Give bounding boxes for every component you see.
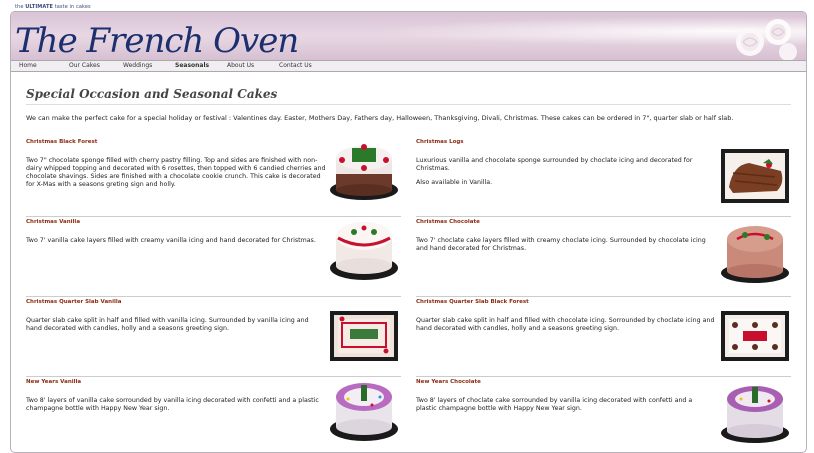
site-tagline: the ULTIMATE taste in cakes bbox=[15, 4, 91, 10]
cake-description: Two 8' layers of choclate cake sorrounde… bbox=[416, 397, 693, 412]
cake-title[interactable]: Christmas Chocolate bbox=[416, 219, 480, 225]
cake-description: Quarter slab cake split in half and fill… bbox=[416, 317, 715, 332]
cake-title[interactable]: Christmas Logs bbox=[416, 139, 464, 145]
cake-card: Christmas Logs Luxurious vanilla and cho… bbox=[416, 139, 791, 217]
card-divider bbox=[416, 296, 791, 297]
cake-card: Christmas Quarter Slab Black Forest Quar… bbox=[416, 299, 791, 377]
cake-title[interactable]: Christmas Quarter Slab Vanilla bbox=[26, 299, 121, 305]
cake-new-years-chocolate-icon[interactable] bbox=[719, 377, 791, 445]
cake-card: New Years Chocolate Two 8' layers of cho… bbox=[416, 377, 791, 452]
cake-description: Two 7' choclate cake layers filled with … bbox=[416, 237, 706, 252]
cake-description: Quarter slab cake split in half and fill… bbox=[26, 317, 309, 332]
nav-home[interactable]: Home bbox=[19, 61, 37, 71]
site-logo[interactable]: The French Oven bbox=[15, 21, 299, 61]
cake-title[interactable]: Christmas Vanilla bbox=[26, 219, 80, 225]
cake-description: Two 7" chocolate sponge filled with cher… bbox=[26, 157, 326, 188]
cake-card: New Years Vanilla Two 8' layers of vanil… bbox=[26, 379, 401, 452]
nav-about-us[interactable]: About Us bbox=[227, 61, 254, 71]
nav-seasonals[interactable]: Seasonals bbox=[175, 61, 209, 71]
cake-card: Christmas Black Forest Two 7" chocolate … bbox=[26, 139, 401, 217]
main-nav: Home Our Cakes Weddings Seasonals About … bbox=[11, 60, 806, 72]
cake-card: Christmas Quarter Slab Vanilla Quarter s… bbox=[26, 299, 401, 377]
cake-description: Luxurious vanilla and chocolate sponge s… bbox=[416, 157, 693, 186]
cake-vanilla-icon[interactable] bbox=[328, 214, 400, 282]
cake-description: Two 7' vanilla cake layers filled with c… bbox=[26, 237, 316, 244]
cake-slab-vanilla-icon[interactable] bbox=[328, 301, 400, 369]
page-frame: The French Oven Home Our Cakes Weddings … bbox=[10, 11, 807, 453]
page-title: Special Occasion and Seasonal Cakes bbox=[26, 87, 278, 101]
cake-slab-black-forest-icon[interactable] bbox=[719, 301, 791, 369]
nav-our-cakes[interactable]: Our Cakes bbox=[69, 61, 100, 71]
cake-log-icon[interactable] bbox=[719, 143, 791, 211]
cake-title[interactable]: New Years Vanilla bbox=[26, 379, 81, 385]
intro-text: We can make the perfect cake for a speci… bbox=[26, 114, 734, 122]
cake-black-forest-icon[interactable] bbox=[328, 134, 400, 202]
cake-chocolate-icon[interactable] bbox=[719, 217, 791, 285]
cake-title[interactable]: Christmas Black Forest bbox=[26, 139, 97, 145]
nav-contact-us[interactable]: Contact Us bbox=[279, 61, 312, 71]
card-divider bbox=[26, 296, 401, 297]
nav-weddings[interactable]: Weddings bbox=[123, 61, 152, 71]
cake-title[interactable]: Christmas Quarter Slab Black Forest bbox=[416, 299, 529, 305]
header-banner: The French Oven bbox=[11, 12, 806, 61]
roses-icon bbox=[736, 19, 797, 60]
cake-description: Two 8' layers of vanilla cake sorrounded… bbox=[26, 397, 319, 412]
title-divider bbox=[26, 104, 791, 105]
cake-new-years-vanilla-icon[interactable] bbox=[328, 375, 400, 443]
main-content: Special Occasion and Seasonal Cakes We c… bbox=[11, 72, 806, 452]
cake-title[interactable]: New Years Chocolate bbox=[416, 379, 481, 385]
cake-card: Christmas Vanilla Two 7' vanilla cake la… bbox=[26, 219, 401, 297]
cake-card: Christmas Chocolate Two 7' choclate cake… bbox=[416, 219, 791, 297]
